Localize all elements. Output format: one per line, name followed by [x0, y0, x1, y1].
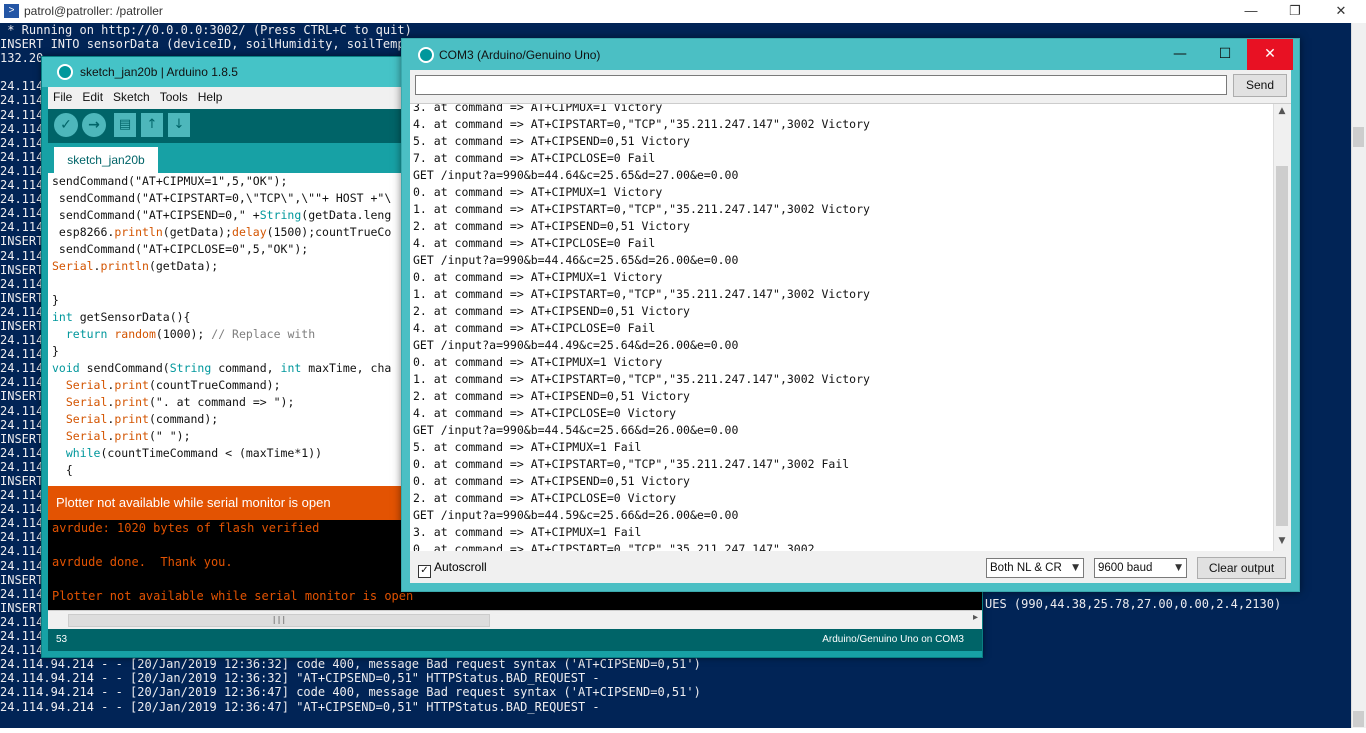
serial-output-line: 0. at command => AT+CIPSTART=0,"TCP","35…	[413, 457, 850, 471]
line-ending-value: Both NL & CR	[990, 562, 1062, 574]
terminal-line: 24.114.94.214 - - [20/Jan/2019 12:36:32]…	[0, 671, 600, 686]
close-button[interactable]: ✕	[1318, 0, 1364, 23]
serial-monitor-body: Send 3. at command => AT+CIPMUX=1 Victor…	[410, 70, 1291, 583]
serial-output-line: 1. at command => AT+CIPSTART=0,"TCP","35…	[413, 287, 870, 301]
powershell-titlebar[interactable]: > patrol@patroller: /patroller — ❐ ✕	[0, 0, 1366, 23]
scroll-down-icon[interactable]: ▼	[1276, 536, 1288, 550]
serial-output-lines: 3. at command => AT+CIPMUX=1 Victory 4. a…	[413, 103, 1273, 552]
terminal-line: 24.114.94.214 - - [20/Jan/2019 12:36:47]…	[0, 699, 600, 714]
serial-output-line: 1. at command => AT+CIPSTART=0,"TCP","35…	[413, 372, 870, 386]
serial-output-line: GET /input?a=990&b=44.59&c=25.66&d=26.00…	[413, 508, 739, 522]
serial-output-line: 3. at command => AT+CIPMUX=1 Victory	[413, 103, 663, 114]
save-sketch-icon[interactable]: ↓	[168, 113, 190, 137]
serial-output-line: 0. at command => AT+CIPSEND=0,51 Victory	[413, 474, 690, 488]
serial-output-line: 2. at command => AT+CIPCLOSE=0 Victory	[413, 491, 677, 505]
maximize-button[interactable]: ❐	[1272, 0, 1318, 23]
serial-output-line: 2. at command => AT+CIPSEND=0,51 Victory	[413, 219, 690, 233]
minimize-button[interactable]: —	[1228, 0, 1274, 23]
menu-help[interactable]: Help	[193, 87, 228, 107]
terminal-line: 24.114.94.214 - - [20/Jan/2019 12:36:32]…	[0, 657, 701, 672]
serial-monitor-titlebar[interactable]: COM3 (Arduino/Genuino Uno) — ☐ ✕	[402, 39, 1299, 70]
serial-monitor-title: COM3 (Arduino/Genuino Uno)	[439, 48, 601, 62]
board-port-label: Arduino/Genuino Uno on COM3	[822, 634, 964, 645]
terminal-scrollbar[interactable]	[1351, 23, 1366, 733]
terminal-line: * Running on http://0.0.0.0:3002/ (Press…	[0, 23, 412, 37]
verify-icon[interactable]: ✓	[54, 113, 78, 137]
editor-horizontal-scrollbar[interactable]: ||| ▸	[48, 610, 982, 629]
serial-monitor-footer: ✓ Autoscroll Both NL & CR ▼ 9600 baud ▼ Cle…	[410, 551, 1291, 583]
serial-output-line: GET /input?a=990&b=44.49&c=25.64&d=26.00…	[413, 338, 739, 352]
scrollbar-bottom[interactable]	[1353, 711, 1364, 727]
minimize-button[interactable]: —	[1157, 39, 1203, 70]
serial-output: 3. at command => AT+CIPMUX=1 Victory 4. a…	[410, 103, 1291, 552]
menu-sketch[interactable]: Sketch	[108, 87, 155, 107]
serial-monitor-window: COM3 (Arduino/Genuino Uno) — ☐ ✕ Send 3.…	[401, 38, 1300, 592]
autoscroll-checkbox[interactable]: ✓ Autoscroll	[418, 560, 487, 578]
menu-tools[interactable]: Tools	[155, 87, 193, 107]
serial-output-line: 0. at command => AT+CIPMUX=1 Victory	[413, 270, 663, 284]
arduino-logo-icon	[418, 47, 434, 63]
serial-output-scrollbar[interactable]: ▲ ▼	[1273, 104, 1291, 552]
serial-output-line: GET /input?a=990&b=44.46&c=25.65&d=26.00…	[413, 253, 739, 267]
line-ending-select[interactable]: Both NL & CR ▼	[986, 558, 1084, 578]
terminal-values-fragment: UES (990,44.38,25.78,27.00,0.00,2.4,2130…	[985, 597, 1282, 611]
arduino-logo-icon	[57, 64, 73, 80]
serial-output-line: 2. at command => AT+CIPSEND=0,51 Victory	[413, 389, 690, 403]
serial-output-line: 7. at command => AT+CIPCLOSE=0 Fail	[413, 151, 656, 165]
serial-output-line: GET /input?a=990&b=44.64&c=25.65&d=27.00…	[413, 168, 739, 182]
terminal-line: 24.114.94.214 - - [20/Jan/2019 12:36:47]…	[0, 685, 701, 700]
powershell-title: patrol@patroller: /patroller	[24, 4, 163, 18]
scroll-up-icon[interactable]: ▲	[1276, 106, 1288, 120]
serial-output-line: 4. at command => AT+CIPCLOSE=0 Fail	[413, 321, 656, 335]
taskbar-strip	[0, 728, 1366, 733]
ide-statusbar: 53 Arduino/Genuino Uno on COM3	[48, 629, 982, 651]
clear-output-button[interactable]: Clear output	[1197, 557, 1286, 579]
open-sketch-icon[interactable]: ↑	[141, 113, 163, 137]
menu-file[interactable]: File	[48, 87, 77, 107]
scrollbar-thumb[interactable]: |||	[68, 614, 490, 627]
tab-sketch[interactable]: sketch_jan20b	[54, 147, 158, 173]
serial-input[interactable]	[415, 75, 1227, 95]
scrollbar-thumb[interactable]	[1353, 127, 1364, 147]
serial-output-line: 0. at command => AT+CIPMUX=1 Victory	[413, 185, 663, 199]
scrollbar-thumb[interactable]	[1276, 166, 1288, 526]
checkbox-checked-icon[interactable]: ✓	[418, 565, 431, 578]
scroll-right-icon[interactable]: ▸	[973, 612, 978, 623]
serial-output-line: 4. at command => AT+CIPCLOSE=0 Victory	[413, 406, 677, 420]
baud-rate-value: 9600 baud	[1098, 562, 1153, 574]
serial-output-line: 5. at command => AT+CIPSEND=0,51 Victory	[413, 134, 690, 148]
close-button[interactable]: ✕	[1247, 39, 1293, 70]
serial-output-line: 4. at command => AT+CIPSTART=0,"TCP","35…	[413, 117, 870, 131]
serial-output-line: 1. at command => AT+CIPSTART=0,"TCP","35…	[413, 202, 870, 216]
baud-rate-select[interactable]: 9600 baud ▼	[1094, 558, 1187, 578]
powershell-icon: >	[4, 4, 19, 18]
serial-output-line: 0. at command => AT+CIPMUX=1 Victory	[413, 355, 663, 369]
serial-output-line: 5. at command => AT+CIPMUX=1 Fail	[413, 440, 642, 454]
maximize-button[interactable]: ☐	[1202, 39, 1248, 70]
autoscroll-label: Autoscroll	[434, 560, 487, 574]
chevron-down-icon: ▼	[1175, 563, 1182, 573]
new-sketch-icon[interactable]: ▤	[114, 113, 136, 137]
send-button[interactable]: Send	[1233, 74, 1287, 97]
serial-output-line: 2. at command => AT+CIPSEND=0,51 Victory	[413, 304, 690, 318]
menu-edit[interactable]: Edit	[77, 87, 108, 107]
ide-title: sketch_jan20b | Arduino 1.8.5	[80, 65, 238, 79]
chevron-down-icon: ▼	[1072, 563, 1079, 573]
serial-output-line: 3. at command => AT+CIPMUX=1 Fail	[413, 525, 642, 539]
serial-output-line: 4. at command => AT+CIPCLOSE=0 Fail	[413, 236, 656, 250]
upload-icon[interactable]: →	[82, 113, 106, 137]
serial-output-line: GET /input?a=990&b=44.54&c=25.66&d=26.00…	[413, 423, 739, 437]
line-number: 53	[56, 634, 68, 645]
